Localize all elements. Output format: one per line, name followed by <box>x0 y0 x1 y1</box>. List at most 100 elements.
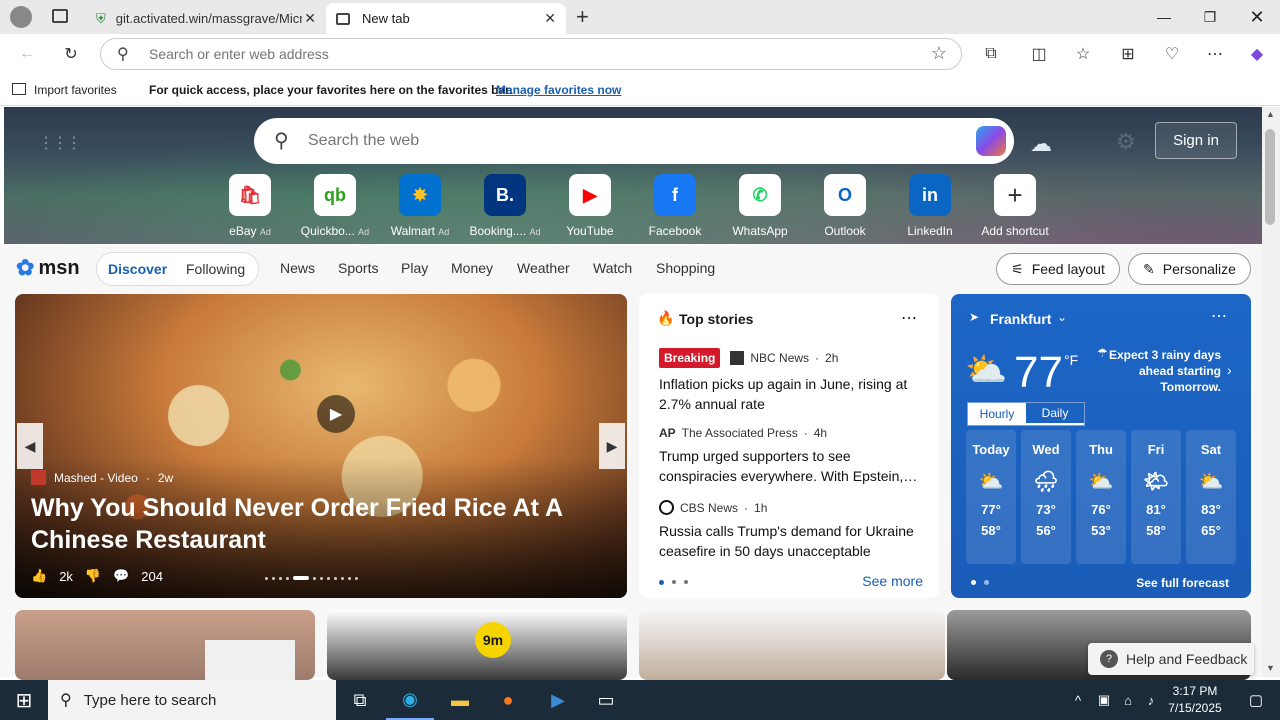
nav-weather[interactable]: Weather <box>517 260 570 276</box>
forecast-day[interactable]: Today ⛅ 77° 58° <box>966 430 1016 564</box>
carousel-dot[interactable] <box>348 576 351 580</box>
weather-city[interactable]: Frankfurt <box>990 311 1051 327</box>
tab-actions-icon[interactable] <box>52 9 68 23</box>
manage-favorites-link[interactable]: Manage favorites now <box>496 83 621 97</box>
sign-in-button[interactable]: Sign in <box>1155 122 1237 159</box>
story-item[interactable]: AP The Associated Press · 4h Trump urged s… <box>659 426 929 486</box>
more-options-icon[interactable]: ⋯ <box>1211 306 1227 326</box>
shortcut-youtube[interactable]: ▶ YouTube <box>550 174 630 238</box>
carousel-dot[interactable] <box>272 576 275 580</box>
restore-button[interactable]: ❐ <box>1187 0 1233 34</box>
shortcut-add[interactable]: + Add shortcut <box>975 174 1055 238</box>
weather-cloud-icon[interactable]: ☁ <box>1030 131 1052 157</box>
tab-following[interactable]: Following <box>186 261 245 277</box>
featured-video-card[interactable]: ▶ ◀ ▶ Mashed - Video · 2w Why You Should… <box>15 294 627 598</box>
chevron-down-icon[interactable]: ⌄ <box>1057 310 1067 324</box>
copilot-icon[interactable]: ◆ <box>1242 40 1272 68</box>
tab-new-tab[interactable]: New tab ✕ <box>326 3 566 34</box>
see-full-forecast-link[interactable]: See full forecast <box>1136 576 1229 590</box>
like-icon[interactable]: 👍 <box>31 568 47 584</box>
app-launcher-icon[interactable]: ⋮⋮⋮ <box>38 133 82 153</box>
shortcut-booking[interactable]: B. Booking.... Ad <box>465 174 545 238</box>
nav-money[interactable]: Money <box>451 260 493 276</box>
clock[interactable]: 3:17 PM 7/15/2025 <box>1160 683 1230 717</box>
page-dot[interactable] <box>672 580 676 584</box>
next-arrow-icon[interactable]: ▶ <box>599 423 625 469</box>
import-favorites-button[interactable]: Import favorites <box>34 83 117 97</box>
feed-layout-button[interactable]: ⚟ Feed layout <box>996 253 1120 285</box>
help-feedback-button[interactable]: ? Help and Feedback <box>1088 643 1254 675</box>
play-icon[interactable]: ▶ <box>317 395 355 433</box>
nav-sports[interactable]: Sports <box>338 260 378 276</box>
page-dot-active[interactable] <box>971 580 976 585</box>
address-bar[interactable]: ⚲ ☆ <box>100 38 962 70</box>
profile-icon[interactable] <box>10 6 32 28</box>
carousel-dot[interactable] <box>320 576 323 580</box>
address-input[interactable] <box>149 46 849 62</box>
forecast-day[interactable]: Sat ⛅ 83° 65° <box>1186 430 1236 564</box>
feature-headline[interactable]: Why You Should Never Order Fried Rice At… <box>31 492 621 556</box>
tab-close-icon[interactable]: ✕ <box>544 10 556 27</box>
page-dot[interactable] <box>684 580 688 584</box>
hourly-tab[interactable]: Hourly <box>968 403 1026 425</box>
favorite-star-icon[interactable]: ☆ <box>931 43 947 64</box>
story-item[interactable]: Breaking NBC News · 2h Inflation picks up … <box>659 348 929 414</box>
shortcut-facebook[interactable]: f Facebook <box>635 174 715 238</box>
edge-icon[interactable]: ◉ <box>386 680 434 720</box>
news-card-1[interactable] <box>15 610 315 680</box>
tab-git-activated[interactable]: ⛨ git.activated.win/massgrave/Micr ✕ <box>86 3 326 34</box>
shortcut-quickbooks[interactable]: qb Quickbo... Ad <box>295 174 375 238</box>
dislike-icon[interactable]: 👎 <box>85 568 101 584</box>
back-button[interactable]: ← <box>12 40 42 68</box>
carousel-dot-active[interactable] <box>293 576 309 580</box>
web-search-box[interactable]: ⚲ <box>254 118 1014 164</box>
news-card-2[interactable]: 9m <box>327 610 627 680</box>
tab-discover[interactable]: Discover <box>108 261 167 277</box>
carousel-dot[interactable] <box>334 576 337 580</box>
collections-icon[interactable]: ⊞ <box>1113 40 1143 68</box>
split-screen-icon[interactable]: ◫ <box>1024 40 1054 68</box>
weather-alert[interactable]: Expect 3 rainy days ahead starting Tomor… <box>1101 347 1221 395</box>
nav-shopping[interactable]: Shopping <box>656 260 715 276</box>
nav-play[interactable]: Play <box>401 260 428 276</box>
daily-tab[interactable]: Daily <box>1026 403 1084 425</box>
chevron-right-icon[interactable]: › <box>1227 362 1232 378</box>
forecast-day[interactable]: Wed 🌧 73° 56° <box>1021 430 1071 564</box>
carousel-dot[interactable] <box>341 576 344 580</box>
carousel-dot[interactable] <box>355 576 358 580</box>
story-headline[interactable]: Trump urged supporters to see conspiraci… <box>659 446 929 486</box>
tab-close-icon[interactable]: ✕ <box>304 10 316 27</box>
favorites-icon[interactable]: ☆ <box>1068 40 1098 68</box>
notifications-icon[interactable]: ▢ <box>1232 680 1280 720</box>
scroll-thumb[interactable] <box>1265 129 1275 225</box>
powershell-icon[interactable]: ▶ <box>534 680 582 720</box>
msn-logo[interactable]: ✿ msn <box>16 255 80 281</box>
scroll-down-icon[interactable]: ▼ <box>1266 663 1275 673</box>
nav-watch[interactable]: Watch <box>593 260 632 276</box>
settings-gear-icon[interactable]: ⚙ <box>1116 129 1136 155</box>
refresh-button[interactable]: ↻ <box>56 40 86 68</box>
page-scrollbar[interactable]: ▲ ▼ <box>1262 107 1280 677</box>
story-headline[interactable]: Inflation picks up again in June, rising… <box>659 374 929 414</box>
carousel-dot[interactable] <box>327 576 330 580</box>
task-view-icon[interactable]: ⧉ <box>336 680 384 720</box>
minimize-button[interactable]: — <box>1141 0 1187 34</box>
carousel-dot[interactable] <box>265 576 268 580</box>
browser-essentials-icon[interactable]: ♡ <box>1157 40 1187 68</box>
comment-icon[interactable]: 💬 <box>113 568 129 584</box>
firefox-icon[interactable]: ● <box>484 680 532 720</box>
shortcut-walmart[interactable]: ✸ Walmart Ad <box>380 174 460 238</box>
page-dot[interactable] <box>984 580 989 585</box>
file-explorer-icon[interactable]: ▬ <box>436 680 484 720</box>
forecast-day[interactable]: Fri 🌤 81° 58° <box>1131 430 1181 564</box>
new-tab-button[interactable]: + <box>576 4 589 30</box>
page-dot-active[interactable] <box>659 580 664 585</box>
shortcut-outlook[interactable]: O Outlook <box>805 174 885 238</box>
start-windows-icon[interactable]: ⊞ <box>0 680 48 720</box>
scroll-up-icon[interactable]: ▲ <box>1266 109 1275 119</box>
extensions-icon[interactable]: ⧉ <box>976 40 1006 68</box>
nav-news[interactable]: News <box>280 260 315 276</box>
forecast-day[interactable]: Thu ⛅ 76° 53° <box>1076 430 1126 564</box>
more-menu-icon[interactable]: ⋯ <box>1200 40 1230 68</box>
personalize-button[interactable]: ✎ Personalize <box>1128 253 1251 285</box>
